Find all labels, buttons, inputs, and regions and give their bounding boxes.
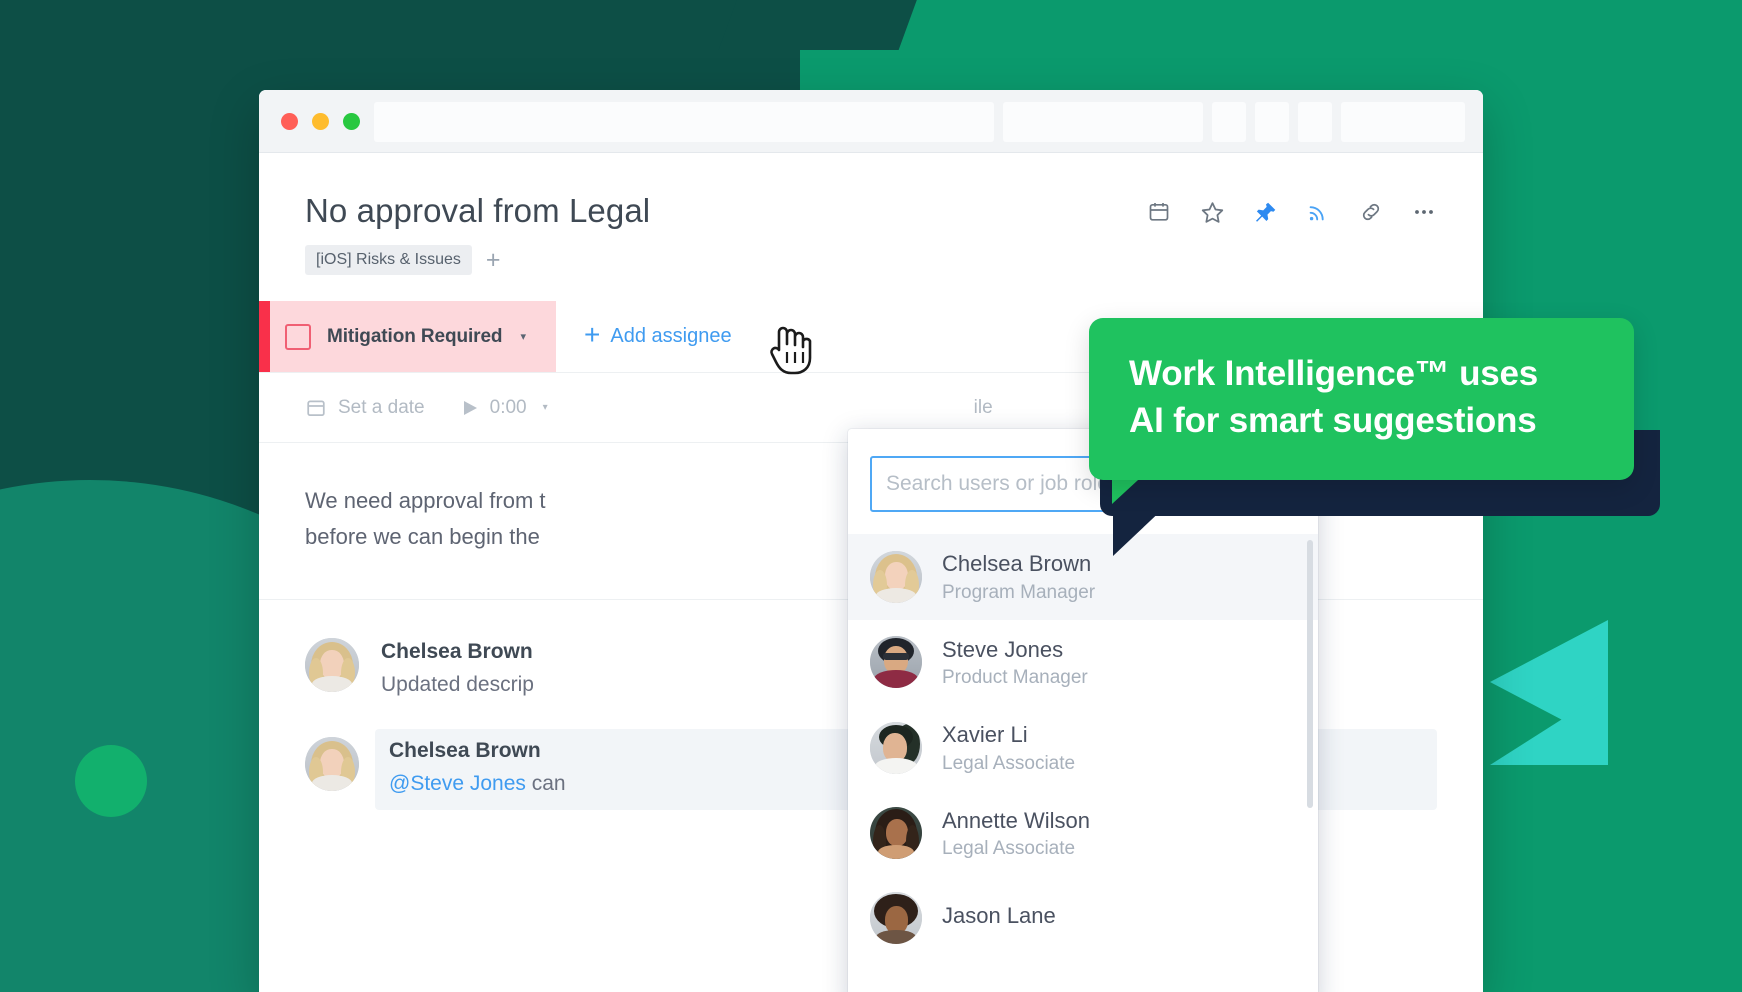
avatar [305,737,359,791]
minimize-window-button[interactable] [312,113,329,130]
avatar [870,551,922,603]
background-circle [75,745,147,817]
browser-tab-small-1[interactable] [1212,102,1246,142]
play-icon [461,399,479,417]
breadcrumb: [iOS] Risks & Issues + [259,229,1483,275]
assignee-name: Xavier Li [942,721,1075,749]
set-date-button[interactable]: Set a date [305,397,425,419]
list-item-body: Chelsea Brown Program Manager [942,550,1095,604]
dropdown-scrollbar[interactable] [1307,540,1313,808]
avatar [870,722,922,774]
browser-tab-active[interactable] [374,102,994,142]
star-icon[interactable] [1199,199,1225,225]
plus-icon: + [584,321,600,349]
file-attach-label: ile [974,397,993,419]
browser-tab-small-2[interactable] [1255,102,1289,142]
add-assignee-button[interactable]: + Add assignee [556,301,760,372]
follow-icon[interactable] [1305,199,1331,225]
list-item[interactable]: Chelsea Brown Program Manager [848,534,1318,620]
avatar [870,636,922,688]
browser-tab-secondary[interactable] [1003,102,1203,142]
stage: No approval from Legal [0,0,1742,992]
pin-icon[interactable] [1252,199,1278,225]
maximize-window-button[interactable] [343,113,360,130]
file-attach-button[interactable]: ile [974,397,993,419]
add-tag-button[interactable]: + [486,248,501,273]
callout-tooltip: Work Intelligence™ uses AI for smart sug… [1089,318,1634,480]
list-item[interactable]: Jason Lane [848,876,1318,960]
list-item-body: Steve Jones Product Manager [942,636,1088,690]
list-item[interactable]: Steve Jones Product Manager [848,620,1318,706]
status-badge[interactable]: Mitigation Required ▾ [259,301,556,372]
assignee-name: Chelsea Brown [942,550,1095,578]
background-triangle-lower [1490,690,1608,765]
assignee-name: Jason Lane [942,902,1056,930]
assignee-role: Legal Associate [942,753,1075,775]
timer-value: 0:00 [490,397,527,419]
browser-tab-small-3[interactable] [1298,102,1332,142]
project-tag[interactable]: [iOS] Risks & Issues [305,245,472,275]
background-notch [719,0,932,50]
add-assignee-label: Add assignee [610,325,731,348]
chevron-down-icon[interactable]: ▾ [543,402,548,413]
callout-line-1: Work Intelligence™ uses [1129,351,1594,398]
more-icon[interactable] [1411,199,1437,225]
assignee-role: Legal Associate [942,838,1090,860]
list-item[interactable]: Xavier Li Legal Associate [848,705,1318,791]
set-date-label: Set a date [338,397,425,419]
calendar-icon[interactable] [1146,199,1172,225]
list-item-body: Xavier Li Legal Associate [942,721,1075,775]
browser-chrome [259,90,1483,153]
list-item[interactable]: Annette Wilson Legal Associate [848,791,1318,877]
status-label: Mitigation Required [327,326,502,348]
avatar [870,807,922,859]
traffic-lights [281,113,360,130]
close-window-button[interactable] [281,113,298,130]
assignee-name: Steve Jones [942,636,1088,664]
page-title: No approval from Legal [305,193,650,229]
chevron-down-icon[interactable]: ▾ [520,330,526,343]
browser-tab-rest[interactable] [1341,102,1465,142]
assignee-list: Chelsea Brown Program Manager [848,534,1318,992]
task-toolbar [1146,199,1437,225]
link-icon[interactable] [1358,199,1384,225]
avatar [870,892,922,944]
assignee-name: Annette Wilson [942,807,1090,835]
assignee-role: Program Manager [942,582,1095,604]
browser-window: No approval from Legal [259,90,1483,992]
mention-link[interactable]: @Steve Jones [389,772,526,795]
list-item-body: Annette Wilson Legal Associate [942,807,1090,861]
feed-text-rest: can [526,772,566,795]
list-item-body: Jason Lane [942,902,1056,934]
avatar [305,638,359,692]
callout-line-2: AI for smart suggestions [1129,398,1594,445]
timer-control[interactable]: 0:00 ▾ [461,397,548,419]
task-titlebar: No approval from Legal [259,153,1483,229]
browser-tabs-strip [374,102,1465,142]
status-checkbox[interactable] [285,324,311,350]
calendar-small-icon [305,397,327,419]
assignee-role: Product Manager [942,667,1088,689]
